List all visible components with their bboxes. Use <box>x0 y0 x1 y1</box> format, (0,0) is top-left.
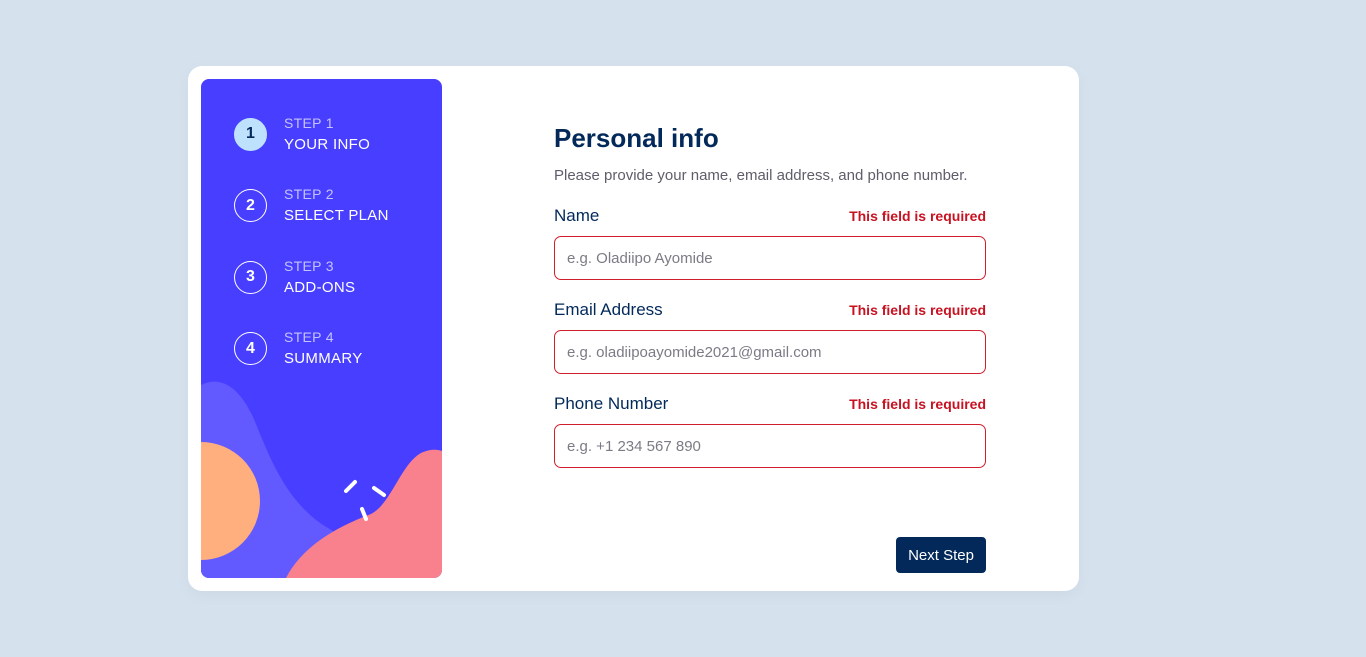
email-field: Email Address This field is required <box>554 300 986 374</box>
step-item-2[interactable]: 2 STEP 2 SELECT PLAN <box>234 185 389 226</box>
step-label: STEP 2 <box>284 186 334 202</box>
name-input[interactable] <box>554 236 986 280</box>
step-text: STEP 4 SUMMARY <box>284 328 363 369</box>
step-title: ADD-ONS <box>284 278 356 296</box>
steps-sidebar: 1 STEP 1 YOUR INFO 2 STEP 2 SELECT PLAN … <box>201 79 442 578</box>
step-label: STEP 4 <box>284 329 334 345</box>
name-error: This field is required <box>849 208 986 224</box>
step-label: STEP 1 <box>284 114 334 131</box>
step-label: STEP 3 <box>284 257 334 274</box>
phone-error: This field is required <box>849 396 986 412</box>
next-step-button[interactable]: Next Step <box>896 537 986 573</box>
personal-info-form: Personal info Please provide your name, … <box>554 122 986 468</box>
name-field: Name This field is required <box>554 206 986 280</box>
page-subtitle: Please provide your name, email address,… <box>554 167 968 184</box>
step-number-circle: 1 <box>234 117 267 151</box>
form-card: 1 STEP 1 YOUR INFO 2 STEP 2 SELECT PLAN … <box>188 66 1079 591</box>
email-label: Email Address <box>554 300 663 319</box>
step-number-circle: 4 <box>234 332 267 365</box>
step-text: STEP 3 ADD-ONS <box>284 257 355 298</box>
field-header: Name This field is required <box>554 206 986 228</box>
step-title: SELECT PLAN <box>284 207 389 224</box>
step-title: YOUR INFO <box>284 135 371 153</box>
step-number-circle: 3 <box>234 260 267 294</box>
step-number-circle: 2 <box>234 189 267 222</box>
step-item-3[interactable]: 3 STEP 3 ADD-ONS <box>234 257 389 298</box>
field-header: Phone Number This field is required <box>554 394 986 416</box>
name-label: Name <box>554 206 600 225</box>
step-text: STEP 1 YOUR INFO <box>284 114 370 155</box>
field-header: Email Address This field is required <box>554 300 986 322</box>
page-title: Personal info <box>554 123 719 153</box>
email-input[interactable] <box>554 330 986 374</box>
phone-input[interactable] <box>554 424 986 468</box>
phone-label: Phone Number <box>554 394 669 413</box>
email-error: This field is required <box>849 302 986 318</box>
phone-field: Phone Number This field is required <box>554 394 986 468</box>
step-text: STEP 2 SELECT PLAN <box>284 185 389 226</box>
step-item-4[interactable]: 4 STEP 4 SUMMARY <box>234 328 389 369</box>
step-list: 1 STEP 1 YOUR INFO 2 STEP 2 SELECT PLAN … <box>234 114 389 402</box>
step-item-1[interactable]: 1 STEP 1 YOUR INFO <box>234 114 389 155</box>
step-title: SUMMARY <box>284 350 363 367</box>
